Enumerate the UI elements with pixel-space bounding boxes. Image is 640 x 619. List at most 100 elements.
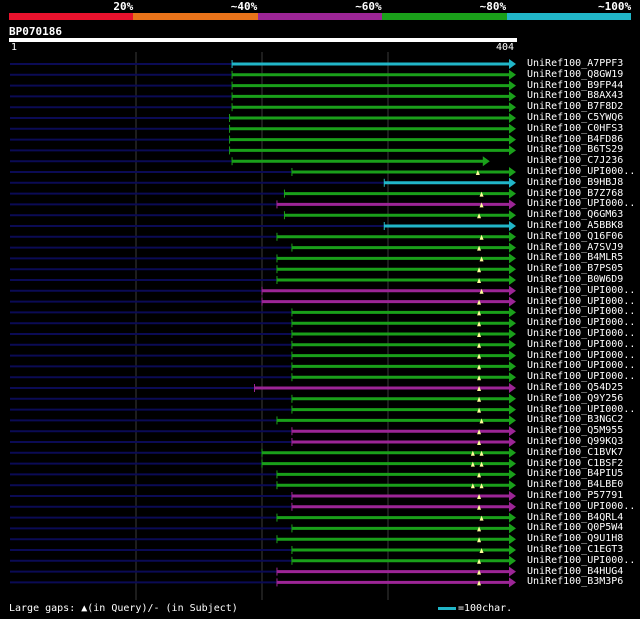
hit-label-2[interactable]: UniRef100_Q8GW19 [527,69,623,80]
hit-arrow-25 [509,318,516,329]
hit-label-8[interactable]: UniRef100_B4FD86 [527,134,623,145]
hit-arrow-14 [509,199,516,210]
hit-arrow-6 [509,113,516,123]
hit-arrow-37 [509,447,516,458]
hit-arrow-16 [509,221,516,231]
hit-arrow-21 [509,275,516,285]
hit-label-14[interactable]: UniRef100_UPI000.. [527,198,635,209]
hit-label-26[interactable]: UniRef100_UPI000.. [527,328,635,339]
hit-arrow-46 [509,545,516,555]
hit-arrow-18 [509,242,516,253]
hit-label-7[interactable]: UniRef100_C0HFS3 [527,123,623,134]
hit-label-3[interactable]: UniRef100_B9FP44 [527,80,623,91]
hit-label-44[interactable]: UniRef100_Q0P5W4 [527,522,623,533]
hit-label-32[interactable]: UniRef100_Q9Y256 [527,393,623,404]
hit-arrow-49 [509,577,516,588]
hit-label-42[interactable]: UniRef100_UPI000.. [527,501,635,512]
hit-label-41[interactable]: UniRef100_P57791 [527,490,623,501]
hit-arrow-40 [509,480,516,491]
query-bar [9,38,517,42]
hit-label-30[interactable]: UniRef100_UPI000.. [527,371,635,382]
scale-legend: =100char. [438,603,512,614]
hit-label-1[interactable]: UniRef100_A7PPF3 [527,58,623,69]
hit-label-4[interactable]: UniRef100_B8AX43 [527,90,623,101]
hit-label-45[interactable]: UniRef100_Q9U1H8 [527,533,623,544]
hit-label-5[interactable]: UniRef100_B7F8D2 [527,101,623,112]
hit-arrow-4 [509,91,516,102]
scale-label-2: ~40% [230,0,258,13]
hit-arrow-48 [509,566,516,577]
hit-label-46[interactable]: UniRef100_C1EGT3 [527,544,623,555]
hit-label-19[interactable]: UniRef100_B4MLR5 [527,252,623,263]
hit-arrow-42 [509,501,516,512]
hit-arrow-2 [509,69,516,80]
hit-arrow-36 [509,437,516,447]
hit-label-35[interactable]: UniRef100_Q5M955 [527,425,623,436]
scale-band-2 [133,13,258,20]
hit-label-13[interactable]: UniRef100_B7Z768 [527,188,623,199]
hit-arrow-24 [509,307,516,318]
hit-label-12[interactable]: UniRef100_B9HBJ8 [527,177,623,188]
hit-label-29[interactable]: UniRef100_UPI000.. [527,360,635,371]
hit-label-11[interactable]: UniRef100_UPI000.. [527,166,635,177]
hit-arrow-28 [509,350,516,361]
hit-arrow-35 [509,426,516,437]
hit-arrow-27 [509,339,516,350]
hit-label-31[interactable]: UniRef100_Q54D25 [527,382,623,393]
hit-arrow-26 [509,329,516,339]
hit-arrow-34 [509,415,516,426]
identity-scale: 20% ~40% ~60% ~80% ~100% [9,0,631,22]
hit-label-9[interactable]: UniRef100_B6TS29 [527,144,623,155]
hit-label-36[interactable]: UniRef100_Q99KQ3 [527,436,623,447]
scale-band-5 [506,13,631,20]
hit-label-6[interactable]: UniRef100_C5YWQ6 [527,112,623,123]
hit-arrow-22 [509,285,516,296]
hit-arrow-23 [509,296,516,307]
hit-arrow-38 [509,458,516,469]
hit-label-33[interactable]: UniRef100_UPI000.. [527,404,635,415]
hit-label-48[interactable]: UniRef100_B4HUG4 [527,566,623,577]
hit-label-28[interactable]: UniRef100_UPI000.. [527,350,635,361]
hit-label-18[interactable]: UniRef100_A7SVJ9 [527,242,623,253]
hit-arrow-33 [509,404,516,415]
hit-label-25[interactable]: UniRef100_UPI000.. [527,317,635,328]
hit-arrow-11 [509,167,516,177]
hit-arrow-45 [509,534,516,545]
hit-label-24[interactable]: UniRef100_UPI000.. [527,306,635,317]
hit-label-10[interactable]: UniRef100_C7J236 [527,155,623,166]
hit-label-43[interactable]: UniRef100_B4QRL4 [527,512,623,523]
hit-label-23[interactable]: UniRef100_UPI000.. [527,296,635,307]
scale-label-4: ~80% [479,0,507,13]
hit-label-16[interactable]: UniRef100_A5BBK8 [527,220,623,231]
hit-label-17[interactable]: UniRef100_Q16F06 [527,231,623,242]
scale-legend-label: =100char. [458,603,513,614]
hit-arrow-31 [509,383,516,393]
hit-label-34[interactable]: UniRef100_B3NGC2 [527,414,623,425]
hit-label-37[interactable]: UniRef100_C1BVK7 [527,447,623,458]
hit-arrow-47 [509,555,516,566]
hit-arrow-5 [509,102,516,113]
hit-label-39[interactable]: UniRef100_B4PIU5 [527,468,623,479]
hit-arrow-13 [509,188,516,199]
hit-label-27[interactable]: UniRef100_UPI000.. [527,339,635,350]
hit-arrow-32 [509,393,516,404]
hit-arrow-17 [509,231,516,242]
hit-label-49[interactable]: UniRef100_B3M3P6 [527,576,623,587]
hit-arrow-20 [509,264,516,275]
hit-arrow-15 [509,210,516,221]
hit-label-47[interactable]: UniRef100_UPI000.. [527,555,635,566]
hit-arrow-41 [509,491,516,501]
hit-label-15[interactable]: UniRef100_Q6GM63 [527,209,623,220]
scale-band-4 [382,13,507,20]
hit-arrow-44 [509,523,516,534]
query-title: BP070186 [9,25,62,38]
hit-label-22[interactable]: UniRef100_UPI000.. [527,285,635,296]
hit-label-40[interactable]: UniRef100_B4LBE0 [527,479,623,490]
scale-label-5: ~100% [598,0,632,13]
hit-arrow-8 [509,134,516,145]
hit-label-21[interactable]: UniRef100_B0W6D9 [527,274,623,285]
scale-band-3 [257,13,383,20]
hit-arrow-19 [509,253,516,264]
hit-label-38[interactable]: UniRef100_C1BSF2 [527,458,623,469]
hit-label-20[interactable]: UniRef100_B7PS05 [527,263,623,274]
